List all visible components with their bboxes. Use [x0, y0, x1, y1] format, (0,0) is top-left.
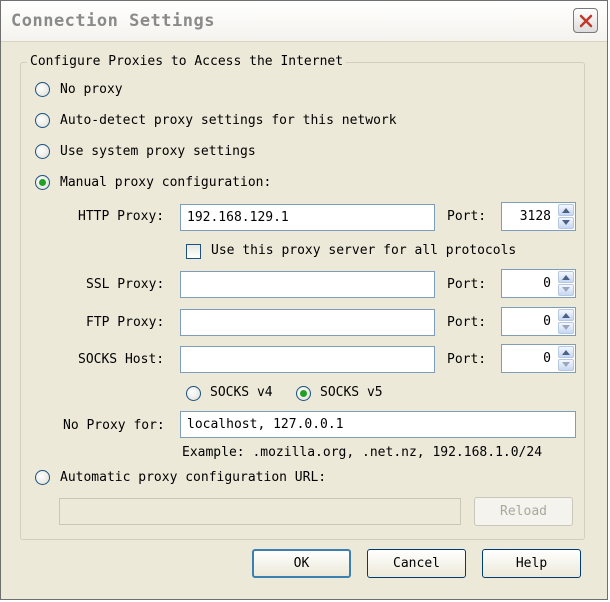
radio-no-proxy[interactable]	[35, 82, 50, 97]
dialog-body: Configure Proxies to Access the Internet…	[1, 42, 607, 599]
no-proxy-example: Example: .mozilla.org, .net.nz, 192.168.…	[182, 445, 543, 460]
radio-system-proxy[interactable]	[35, 144, 50, 159]
radio-manual-proxy-label: Manual proxy configuration:	[60, 175, 272, 190]
socks-port-value: 0	[543, 351, 551, 366]
spin-down-icon[interactable]	[558, 359, 574, 371]
spin-up-icon[interactable]	[558, 346, 574, 358]
proxy-group-legend: Configure Proxies to Access the Internet	[27, 54, 347, 69]
help-button[interactable]: Help	[482, 549, 581, 578]
radio-auto-detect[interactable]	[35, 113, 50, 128]
ftp-proxy-label: FTP Proxy:	[86, 315, 165, 330]
radio-socks-v5[interactable]	[296, 386, 311, 401]
window-title: Connection Settings	[11, 11, 215, 31]
spin-up-icon[interactable]	[558, 204, 574, 216]
no-proxy-for-input[interactable]: localhost, 127.0.0.1	[180, 411, 576, 438]
socks-host-label: SOCKS Host:	[78, 352, 165, 367]
spin-down-icon[interactable]	[558, 322, 574, 334]
ssl-port-spinner[interactable]: 0	[501, 269, 576, 298]
radio-manual-proxy[interactable]	[35, 175, 50, 190]
ssl-port-value: 0	[543, 276, 551, 291]
socks-host-input[interactable]	[180, 346, 435, 373]
radio-socks-v4-label: SOCKS v4	[210, 385, 273, 400]
auto-config-url-input[interactable]	[59, 498, 461, 525]
http-port-spinner[interactable]: 3128	[501, 202, 576, 231]
ftp-proxy-input[interactable]	[180, 309, 435, 336]
reload-button[interactable]: Reload	[474, 497, 573, 526]
http-proxy-input[interactable]: 192.168.129.1	[180, 204, 435, 231]
spin-down-icon[interactable]	[558, 284, 574, 296]
title-bar: Connection Settings	[1, 1, 607, 42]
http-proxy-label: HTTP Proxy:	[78, 209, 165, 224]
radio-no-proxy-label: No proxy	[60, 82, 123, 97]
use-for-all-checkbox[interactable]	[186, 244, 201, 259]
ftp-port-label: Port:	[447, 315, 487, 330]
ftp-port-spinner[interactable]: 0	[501, 307, 576, 336]
spin-up-icon[interactable]	[558, 309, 574, 321]
spin-up-icon[interactable]	[558, 271, 574, 283]
ssl-proxy-input[interactable]	[180, 271, 435, 298]
cancel-button[interactable]: Cancel	[367, 549, 466, 578]
socks-port-label: Port:	[447, 352, 487, 367]
radio-socks-v4[interactable]	[186, 386, 201, 401]
radio-auto-config-url-label: Automatic proxy configuration URL:	[60, 470, 327, 485]
close-button[interactable]	[573, 8, 598, 33]
radio-system-proxy-label: Use system proxy settings	[60, 144, 256, 159]
close-icon	[579, 14, 593, 28]
radio-auto-config-url[interactable]	[35, 470, 50, 485]
ssl-port-label: Port:	[447, 277, 487, 292]
ftp-port-value: 0	[543, 314, 551, 329]
connection-settings-dialog: Connection Settings Configure Proxies to…	[0, 0, 608, 600]
ok-button[interactable]: OK	[252, 549, 351, 578]
no-proxy-for-label: No Proxy for:	[63, 418, 165, 433]
socks-port-spinner[interactable]: 0	[501, 344, 576, 373]
radio-socks-v5-label: SOCKS v5	[320, 385, 383, 400]
http-port-label: Port:	[447, 209, 487, 224]
radio-auto-detect-label: Auto-detect proxy settings for this netw…	[60, 113, 397, 128]
use-for-all-label: Use this proxy server for all protocols	[211, 243, 517, 258]
proxy-group-box	[20, 62, 585, 540]
spin-down-icon[interactable]	[558, 217, 574, 229]
ssl-proxy-label: SSL Proxy:	[86, 277, 165, 292]
http-port-value: 3128	[519, 209, 551, 224]
